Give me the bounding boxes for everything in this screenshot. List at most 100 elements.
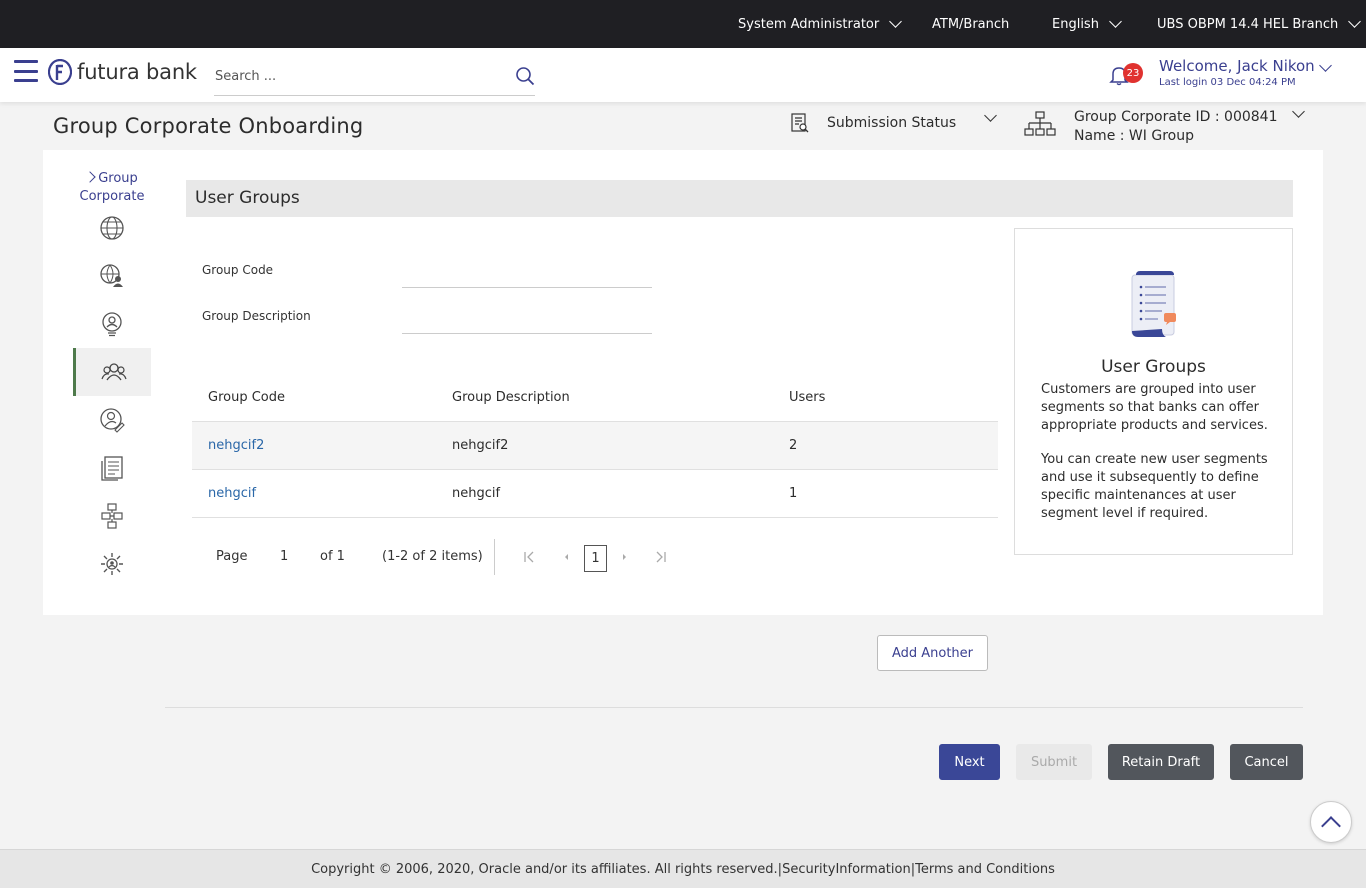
sidebar-title-link[interactable]: Group Corporate bbox=[73, 170, 151, 206]
users-count-cell: 1 bbox=[789, 486, 798, 501]
copyright-text: Copyright © 2006, 2020, Oracle and/or it… bbox=[311, 861, 778, 877]
role-label: System Administrator bbox=[738, 16, 880, 32]
column-header-group-code[interactable]: Group Code bbox=[208, 374, 285, 422]
channel-link[interactable]: ATM/Branch bbox=[932, 0, 1009, 48]
chevron-down-icon[interactable] bbox=[984, 109, 997, 122]
group-name: Name : WI Group bbox=[1074, 128, 1194, 144]
branch-dropdown[interactable]: UBS OBPM 14.4 HEL Branch bbox=[1157, 0, 1362, 48]
settings-users-icon bbox=[101, 553, 123, 575]
table-header: Group Code Group Description Users bbox=[192, 374, 998, 422]
group-corporate-id: Group Corporate ID : 000841 bbox=[1074, 109, 1278, 125]
channel-label: ATM/Branch bbox=[932, 16, 1010, 32]
logo-text: futura bank bbox=[77, 60, 197, 84]
group-corporate-info: Group Corporate ID : 000841 Name : WI Gr… bbox=[1074, 108, 1277, 146]
bank-logo[interactable]: futura bank bbox=[48, 59, 197, 85]
submission-status-label: Submission Status bbox=[827, 115, 957, 131]
user-badge-icon bbox=[102, 312, 122, 337]
search-box bbox=[214, 58, 535, 96]
table-row: nehgcif nehgcif 1 bbox=[192, 470, 998, 518]
page-number-input[interactable]: 1 bbox=[280, 539, 288, 575]
column-header-users[interactable]: Users bbox=[789, 374, 825, 422]
chevron-right-icon bbox=[84, 171, 96, 183]
sidebar-item-user-groups[interactable] bbox=[73, 348, 151, 396]
hamburger-menu-icon[interactable] bbox=[14, 60, 38, 82]
welcome-text: Welcome, Jack Nikon bbox=[1159, 57, 1315, 75]
group-code-link[interactable]: nehgcif2 bbox=[208, 422, 264, 470]
group-description-cell: nehgcif2 bbox=[452, 438, 509, 453]
terms-and-conditions-link[interactable]: Terms and Conditions bbox=[915, 862, 1055, 877]
last-login-text: Last login 03 Dec 04:24 PM bbox=[1159, 77, 1296, 88]
chevron-down-icon bbox=[1109, 15, 1122, 28]
sidebar-item-documents[interactable] bbox=[73, 444, 151, 492]
sidebar-item-user-badge[interactable] bbox=[73, 300, 151, 348]
top-bar: System Administrator ATM/Branch English … bbox=[0, 0, 1366, 48]
search-icon[interactable] bbox=[515, 66, 535, 86]
app-header: futura bank 23 Welcome, Jack Nikon Last … bbox=[0, 48, 1366, 102]
info-card-title: User Groups bbox=[1101, 357, 1206, 377]
chevron-down-icon[interactable] bbox=[1292, 105, 1305, 118]
logo-mark-icon bbox=[48, 59, 72, 85]
user-groups-table: Group Code Group Description Users nehgc… bbox=[192, 374, 998, 518]
sidebar-item-users-globe[interactable] bbox=[73, 252, 151, 300]
info-card: User Groups Customers are grouped into u… bbox=[1014, 228, 1293, 555]
group-description-input[interactable] bbox=[402, 306, 652, 334]
sidebar-item-settings-users[interactable] bbox=[73, 540, 151, 588]
info-card-paragraph: You can create new user segments and use… bbox=[1041, 452, 1268, 521]
submission-status-dropdown[interactable]: Submission Status bbox=[791, 110, 956, 136]
submission-status-icon bbox=[791, 113, 809, 133]
group-code-input[interactable] bbox=[402, 260, 652, 288]
group-code-label: Group Code bbox=[202, 263, 274, 277]
page-total-label: of 1 bbox=[320, 549, 345, 564]
cancel-button[interactable]: Cancel bbox=[1230, 744, 1303, 780]
first-page-icon[interactable] bbox=[521, 549, 537, 565]
language-dropdown[interactable]: English bbox=[1052, 0, 1122, 48]
security-information-link[interactable]: SecurityInformation bbox=[782, 862, 911, 877]
add-another-button[interactable]: Add Another bbox=[877, 635, 988, 671]
hierarchy-icon bbox=[1024, 111, 1056, 136]
last-page-icon[interactable] bbox=[653, 549, 669, 565]
documents-icon bbox=[101, 456, 123, 481]
user-edit-icon bbox=[100, 408, 125, 433]
language-label: English bbox=[1052, 16, 1099, 32]
page-label: Page bbox=[216, 549, 248, 564]
branch-label: UBS OBPM 14.4 HEL Branch bbox=[1157, 16, 1339, 32]
next-page-icon[interactable] bbox=[617, 549, 633, 565]
pagination: Page 1 of 1 (1-2 of 2 items) 1 bbox=[192, 539, 892, 575]
search-input[interactable] bbox=[214, 58, 504, 94]
group-description-cell: nehgcif bbox=[452, 486, 501, 501]
retain-draft-button[interactable]: Retain Draft bbox=[1108, 744, 1214, 780]
chevron-down-icon bbox=[1348, 15, 1362, 28]
user-menu[interactable]: Welcome, Jack Nikon Last login 03 Dec 04… bbox=[1159, 57, 1315, 88]
main-panel: Group Corporate User Groups Group Code G… bbox=[43, 150, 1323, 615]
items-count-label: (1-2 of 2 items) bbox=[382, 549, 483, 564]
group-code-link[interactable]: nehgcif bbox=[208, 470, 256, 518]
divider bbox=[165, 707, 1303, 708]
notification-badge: 23 bbox=[1123, 63, 1143, 83]
info-card-paragraph: Customers are grouped into user segments… bbox=[1041, 382, 1268, 433]
sidebar-item-user-edit[interactable] bbox=[73, 396, 151, 444]
previous-page-icon[interactable] bbox=[558, 549, 574, 565]
scroll-to-top-button[interactable] bbox=[1310, 801, 1352, 843]
document-list-icon bbox=[1131, 271, 1176, 337]
page-button-current[interactable]: 1 bbox=[584, 545, 607, 572]
footer: Copyright © 2006, 2020, Oracle and/or it… bbox=[0, 849, 1366, 888]
user-groups-icon bbox=[100, 363, 127, 381]
chevron-up-icon bbox=[1321, 815, 1341, 836]
workflow-icon bbox=[101, 503, 123, 529]
chevron-down-icon bbox=[889, 15, 903, 28]
section-title: User Groups bbox=[186, 180, 1293, 217]
submit-button[interactable]: Submit bbox=[1016, 744, 1092, 780]
column-header-group-description[interactable]: Group Description bbox=[452, 374, 570, 422]
role-dropdown[interactable]: System Administrator bbox=[738, 0, 903, 48]
sidebar-item-globe[interactable] bbox=[73, 204, 151, 252]
pager-divider bbox=[494, 539, 495, 575]
group-corporate-selector[interactable]: Group Corporate ID : 000841 Name : WI Gr… bbox=[1024, 108, 1277, 146]
sidebar-item-workflow[interactable] bbox=[73, 492, 151, 540]
users-globe-icon bbox=[100, 264, 123, 287]
globe-icon bbox=[100, 216, 124, 240]
group-description-label: Group Description bbox=[202, 309, 311, 323]
next-button[interactable]: Next bbox=[939, 744, 1000, 780]
page-title: Group Corporate Onboarding bbox=[53, 114, 364, 138]
users-count-cell: 2 bbox=[789, 438, 798, 453]
table-row: nehgcif2 nehgcif2 2 bbox=[192, 422, 998, 470]
